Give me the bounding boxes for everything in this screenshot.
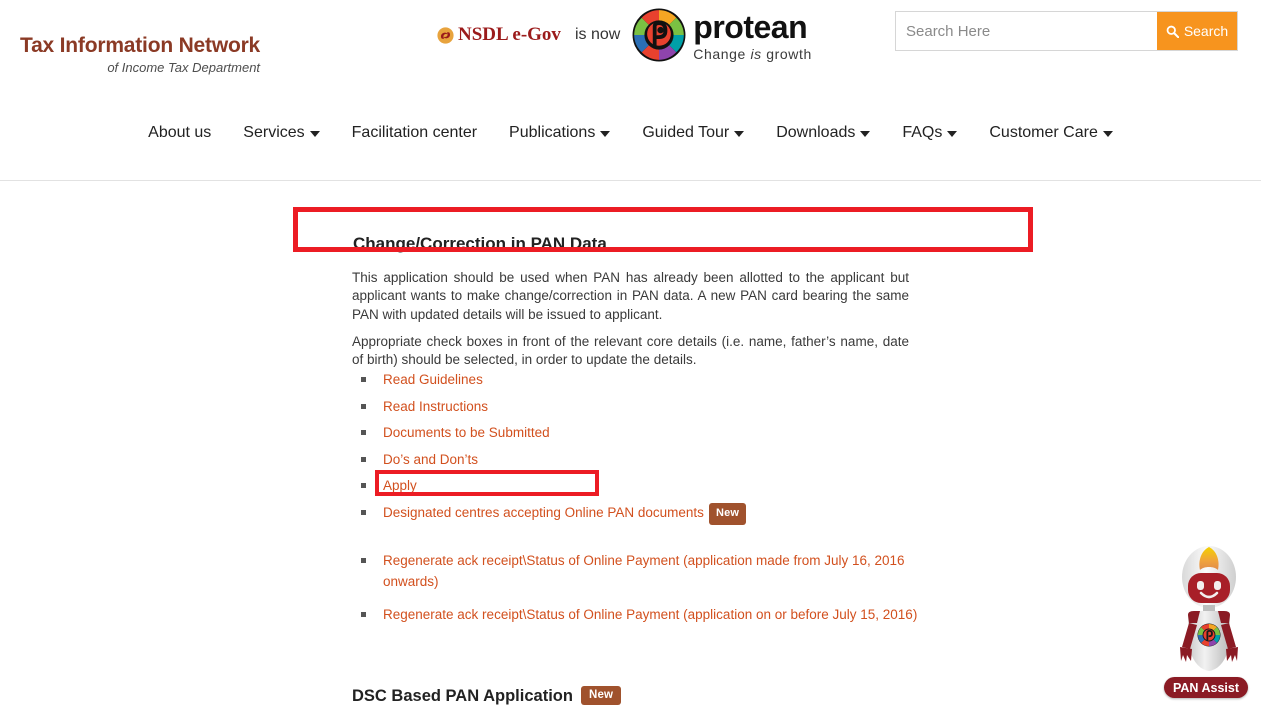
main-navigation: About us Services Facilitation center Pu… [0,124,1261,142]
nav-label: Facilitation center [351,124,478,141]
link-regenerate-ack-before-july15-2016[interactable]: Regenerate ack receipt\Status of Online … [383,607,917,622]
pan-action-links: Read Guidelines Read Instructions Docume… [361,371,961,535]
cobrand-logos: NSDL e-Gov is now protean Change is grow… [437,8,812,62]
page-title: Change/Correction in PAN Data [353,234,607,254]
is-now-text: is now [574,26,621,43]
chevron-down-icon [1102,131,1113,137]
nav-label: Customer Care [989,124,1098,141]
nav-item-guided-tour[interactable]: Guided Tour [626,124,760,142]
link-read-instructions[interactable]: Read Instructions [383,399,488,414]
protean-tagline: Change is growth [693,45,812,62]
search-input[interactable] [896,12,1157,50]
protean-wordmark: protean Change is growth [693,10,812,61]
pan-assist-label[interactable]: PAN Assist [1164,677,1248,698]
chest-logo-icon [1197,623,1221,647]
nav-item-facilitation-center[interactable]: Facilitation center [336,124,493,142]
dsc-section-title: DSC Based PAN Application New [352,685,622,705]
nav-label: FAQs [902,124,943,141]
page-root: Tax Information Network of Income Tax De… [0,0,1261,705]
chevron-down-icon [860,131,871,137]
protean-mandala-icon [632,8,686,62]
chevron-down-icon [309,131,320,137]
intro-paragraph-1: This application should be used when PAN… [352,269,909,322]
list-item: Designated centres accepting Online PAN … [361,502,961,526]
chevron-down-icon [947,131,958,137]
pan-assist-widget[interactable]: PAN Assist [1164,543,1254,703]
list-item: Do’s and Don’ts [361,451,961,468]
nav-item-customer-care[interactable]: Customer Care [973,124,1128,142]
search-bar: Search [895,11,1238,51]
site-logo[interactable]: Tax Information Network of Income Tax De… [20,33,260,76]
list-item: Read Instructions [361,398,961,415]
nav-label: Guided Tour [642,124,730,141]
site-header: Tax Information Network of Income Tax De… [0,0,1261,181]
nav-label: About us [148,124,212,141]
robot-assistant-icon [1180,546,1238,671]
search-icon [1166,25,1179,38]
chevron-down-icon [600,131,611,137]
link-apply[interactable]: Apply [383,478,417,493]
brand-subtitle: of Income Tax Department [107,60,261,75]
link-designated-centres[interactable]: Designated centres accepting Online PAN … [383,505,704,520]
nsdl-egov-logo: NSDL e-Gov [437,24,561,46]
nav-item-services[interactable]: Services [227,124,335,142]
protean-logo: protean Change is growth [632,8,812,62]
robot-head [1182,546,1236,608]
nav-item-about-us[interactable]: About us [132,124,227,142]
list-item: Read Guidelines [361,371,961,388]
robot-body [1180,611,1238,671]
nsdl-label: NSDL e-Gov [458,24,561,45]
header-divider [0,180,1261,181]
intro-paragraph-2: Appropriate check boxes in front of the … [352,333,909,368]
status-badge-new: New [580,685,622,705]
dsc-section-label: DSC Based PAN Application [352,686,573,705]
link-regenerate-ack-after-july16-2016[interactable]: Regenerate ack receipt\Status of Online … [383,553,905,589]
regenerate-receipt-links: Regenerate ack receipt\Status of Online … [361,550,921,637]
status-badge-new: New [708,502,747,525]
chevron-down-icon [734,131,745,137]
nav-label: Services [243,124,305,141]
list-item: Apply [361,477,961,494]
list-item: Documents to be Submitted [361,424,961,441]
nav-item-faqs[interactable]: FAQs [886,124,973,142]
link-read-guidelines[interactable]: Read Guidelines [383,372,483,387]
nav-label: Publications [509,124,596,141]
link-dos-and-donts[interactable]: Do’s and Don’ts [383,452,478,467]
list-item: Regenerate ack receipt\Status of Online … [361,604,921,625]
protean-name: protean [693,8,808,45]
nav-label: Downloads [776,124,856,141]
nav-item-downloads[interactable]: Downloads [760,124,886,142]
search-button[interactable]: Search [1157,12,1237,50]
search-button-label: Search [1183,23,1229,39]
nav-item-publications[interactable]: Publications [493,124,626,142]
link-documents-to-be-submitted[interactable]: Documents to be Submitted [383,425,550,440]
list-item: Regenerate ack receipt\Status of Online … [361,550,921,592]
nsdl-swirl-icon [437,26,454,44]
brand-title: Tax Information Network [20,34,261,57]
